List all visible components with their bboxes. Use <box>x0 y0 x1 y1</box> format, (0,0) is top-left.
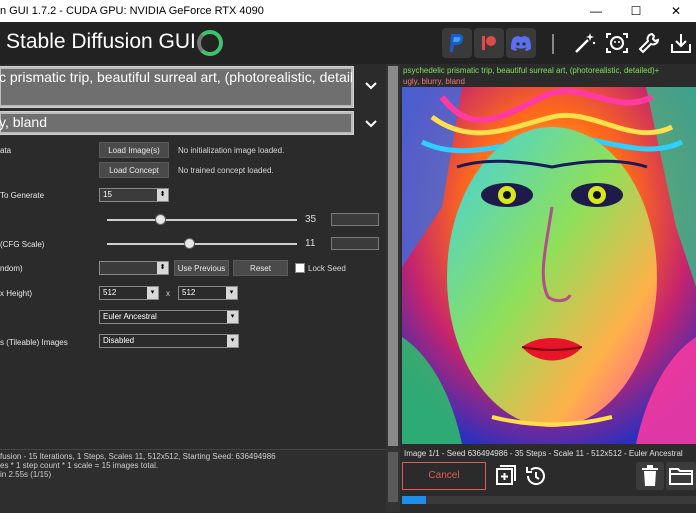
cfg-slider-track[interactable] <box>107 243 297 245</box>
load-images-button[interactable]: Load Image(s) <box>99 142 169 158</box>
app-header: Stable Diffusion GUI <box>0 22 696 64</box>
close-button[interactable]: ✕ <box>656 0 696 22</box>
cfg-slider-thumb[interactable] <box>184 238 195 249</box>
header-divider <box>552 34 554 54</box>
init-image-label: ata <box>0 146 12 155</box>
cfg-number-input[interactable] <box>331 237 379 250</box>
prompt-text: c prismatic trip, beautiful surreal art,… <box>0 69 354 85</box>
resolution-x: x <box>166 289 170 298</box>
log-line: es * 1 step count * 1 scale = 15 images … <box>0 461 159 470</box>
add-to-queue-icon[interactable] <box>492 462 520 490</box>
log-line: fusion - 15 Iterations, 1 Steps, Scales … <box>0 452 276 461</box>
generated-image[interactable] <box>402 87 696 444</box>
patreon-icon[interactable] <box>474 28 504 58</box>
stepper-arrows-icon[interactable]: ⬍ <box>157 189 168 201</box>
init-image-status: No initialization image loaded. <box>178 146 285 155</box>
steps-slider-thumb[interactable] <box>155 214 166 225</box>
negative-history-chevron-icon[interactable] <box>361 104 381 144</box>
images-to-generate-stepper[interactable]: 15 ⬍ <box>99 188 169 202</box>
seed-stepper-icon[interactable]: ⬍ <box>157 262 168 274</box>
progress-fill <box>402 496 426 504</box>
seed-input[interactable]: ⬍ <box>99 261 169 275</box>
negative-prompt-text: y, bland <box>0 114 47 130</box>
history-icon[interactable] <box>522 462 550 490</box>
log-line: in 2.55s (1/15) <box>0 470 52 479</box>
prompt-input[interactable]: c prismatic trip, beautiful surreal art,… <box>0 66 354 108</box>
status-ring-icon <box>197 30 223 56</box>
resolution-label: x Height) <box>0 289 33 298</box>
steps-value: 35 <box>305 214 317 225</box>
cfg-label: (CFG Scale) <box>0 240 45 249</box>
magic-wand-icon[interactable] <box>570 28 600 58</box>
tileable-select[interactable]: Disabled ▾ <box>99 334 239 348</box>
app-title: Stable Diffusion GUI <box>6 30 196 53</box>
minimize-button[interactable]: — <box>576 0 616 22</box>
window-titlebar: n GUI 1.7.2 - CUDA GPU: NVIDIA GeForce R… <box>0 0 696 22</box>
cancel-button[interactable]: Cancel <box>402 462 486 490</box>
width-value: 512 <box>103 288 117 297</box>
log-panel: fusion - 15 Iterations, 1 Steps, Scales … <box>0 449 386 513</box>
images-to-generate-value: 15 <box>103 190 112 199</box>
sampler-select[interactable]: Euler Ancestral ▾ <box>99 310 239 324</box>
image-info: Image 1/1 - Seed 636494986 - 35 Steps - … <box>404 449 683 458</box>
lock-seed-checkbox[interactable] <box>295 263 305 273</box>
steps-number-input[interactable] <box>331 213 379 226</box>
prompt-history-chevron-icon[interactable] <box>361 66 381 106</box>
trash-icon[interactable] <box>636 462 664 490</box>
maximize-button[interactable]: ☐ <box>616 0 656 22</box>
viewer-negative-prompt: ugly, blurry, bland <box>403 77 465 86</box>
steps-slider-track[interactable] <box>107 219 297 221</box>
negative-prompt-input[interactable]: y, bland <box>0 111 354 135</box>
generation-progress-bar <box>402 496 696 504</box>
load-concept-button[interactable]: Load Concept <box>99 162 169 178</box>
tileable-label: s (Tileable) Images <box>0 338 68 347</box>
width-dropdown-icon[interactable]: ▾ <box>147 287 158 299</box>
face-icon[interactable] <box>602 28 632 58</box>
width-select[interactable]: 512 ▾ <box>99 286 159 300</box>
concept-status: No trained concept loaded. <box>178 166 274 175</box>
window-title: n GUI 1.7.2 - CUDA GPU: NVIDIA GeForce R… <box>0 5 264 17</box>
wrench-icon[interactable] <box>634 28 664 58</box>
paypal-icon[interactable] <box>442 28 472 58</box>
reset-seed-button[interactable]: Reset <box>233 260 288 276</box>
height-value: 512 <box>182 288 196 297</box>
sampler-value: Euler Ancestral <box>103 312 157 321</box>
settings-scrollbar[interactable] <box>386 64 400 512</box>
folder-icon[interactable] <box>666 462 696 490</box>
tileable-value: Disabled <box>103 336 135 345</box>
discord-icon[interactable] <box>506 28 536 58</box>
download-icon[interactable] <box>666 28 696 58</box>
images-to-generate-label: To Generate <box>0 191 45 200</box>
seed-label: ndom) <box>0 264 23 273</box>
tileable-dropdown-icon[interactable]: ▾ <box>227 335 238 347</box>
height-dropdown-icon[interactable]: ▾ <box>226 287 237 299</box>
height-select[interactable]: 512 ▾ <box>178 286 238 300</box>
log-scroll-thumb[interactable] <box>388 452 398 502</box>
viewer-prompt: psychedelic prismatic trip, beautiful su… <box>403 66 660 75</box>
cfg-value: 11 <box>305 238 316 249</box>
settings-scroll-thumb[interactable] <box>388 66 398 446</box>
negative-prompt-frame <box>0 112 353 134</box>
sampler-dropdown-icon[interactable]: ▾ <box>227 311 238 323</box>
use-previous-seed-button[interactable]: Use Previous <box>174 260 229 276</box>
lock-seed-label: Lock Seed <box>308 264 346 273</box>
psychedelic-portrait-image <box>402 87 696 444</box>
